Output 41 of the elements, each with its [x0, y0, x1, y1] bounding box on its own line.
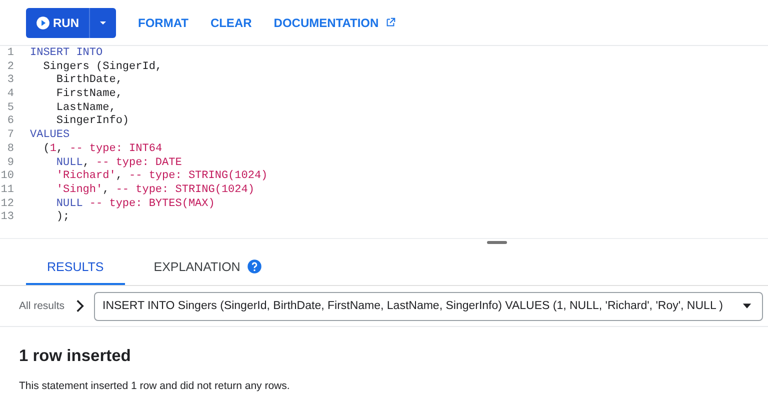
code-line: (1, -- type: INT64: [42, 142, 162, 156]
documentation-link[interactable]: DOCUMENTATION: [274, 16, 396, 30]
line-number: 13: [0, 211, 15, 225]
code-line: LastName,: [55, 102, 116, 115]
line-number: 8: [6, 142, 15, 156]
breadcrumb-link[interactable]: All results: [19, 300, 65, 312]
code-line: SingerInfo): [55, 115, 130, 130]
line-number: 1: [6, 47, 15, 61]
code-line: );: [55, 211, 70, 225]
line-number: 4: [6, 88, 15, 102]
code-line: Singers (SingerId,: [42, 60, 162, 74]
resize-handle[interactable]: [487, 241, 507, 244]
line-number: 9: [6, 156, 15, 170]
code-line: 'Singh', -- type: STRING(1024): [55, 184, 254, 198]
code-line: 'Richard', -- type: STRING(1024): [55, 170, 268, 184]
statement-dropdown[interactable]: INSERT INTO Singers (SingerId, BirthDate, FirstName, LastName, SingerInfo) VALUES (1, NULL, 'Richard', 'Roy', NULL ): [94, 292, 763, 320]
play-icon: [36, 16, 50, 30]
line-number: 11: [0, 184, 15, 198]
results-tab[interactable]: EXPLANATION: [132, 250, 284, 285]
run-button[interactable]: RUN: [26, 8, 89, 38]
line-number: 7: [6, 129, 15, 143]
line-number: 12: [0, 198, 15, 212]
line-number: 10: [0, 170, 15, 184]
code-line: NULL, -- type: DATE: [55, 156, 182, 170]
code-line: VALUES: [30, 129, 70, 143]
toolbar-button[interactable]: CLEAR: [210, 16, 252, 30]
line-number: 2: [6, 60, 15, 74]
external-link-icon: [384, 17, 396, 28]
code-line: NULL -- type: BYTES(MAX): [55, 198, 215, 211]
results-tab[interactable]: RESULTS: [26, 250, 125, 285]
result-heading: 1 row inserted: [19, 347, 132, 366]
code-line: INSERT INTO: [30, 47, 103, 61]
code-line: FirstName,: [55, 88, 122, 102]
line-number: 6: [6, 115, 15, 130]
line-number: 3: [6, 74, 15, 88]
help-icon: [247, 259, 262, 274]
line-number: 5: [6, 102, 15, 116]
toolbar-button[interactable]: FORMAT: [138, 16, 188, 30]
result-message: This statement inserted 1 row and did not return any rows.: [19, 380, 291, 392]
code-line: BirthDate,: [55, 74, 122, 88]
dropdown-button[interactable]: [89, 8, 116, 38]
